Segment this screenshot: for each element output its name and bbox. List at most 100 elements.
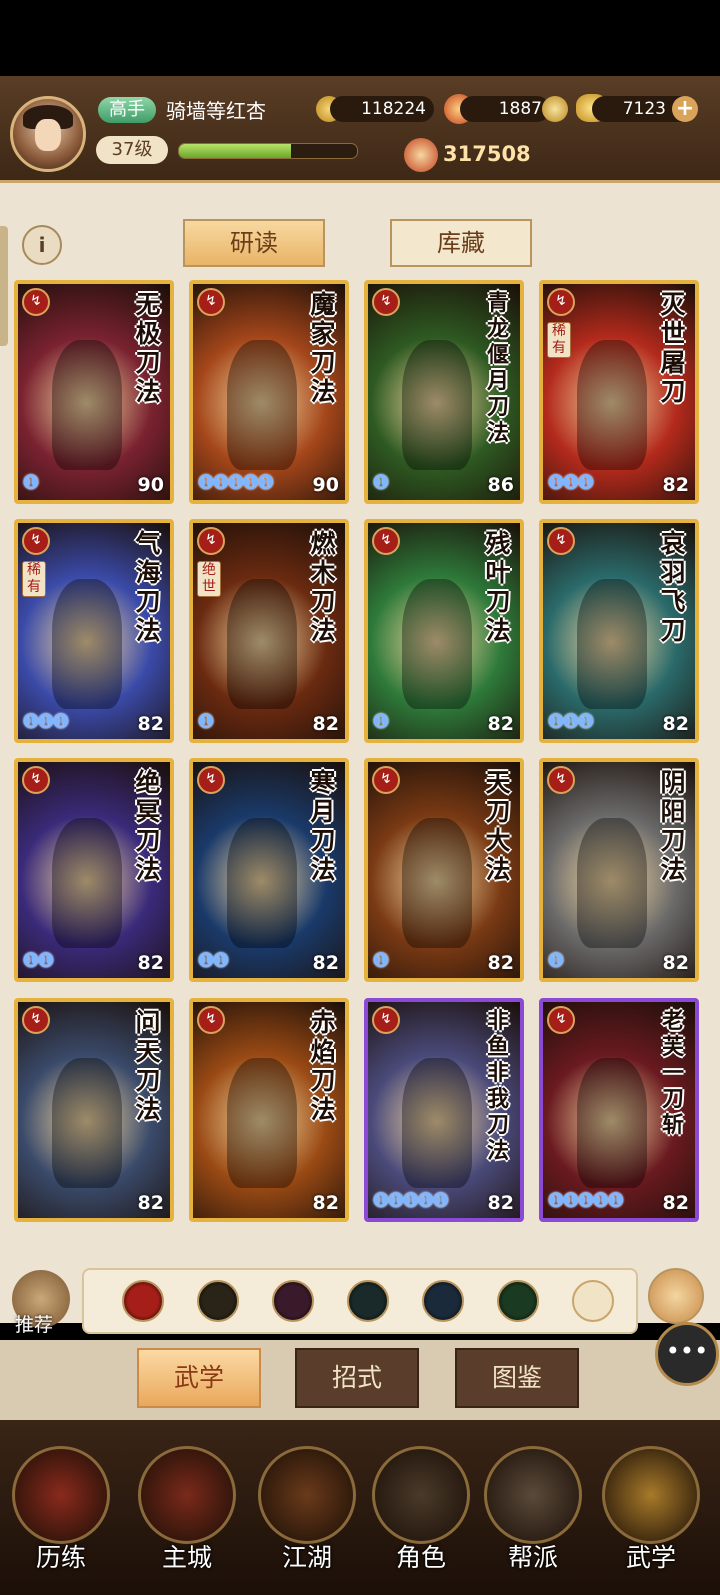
- player-name: 骑墙等红杏: [166, 99, 266, 123]
- sort-icon[interactable]: [572, 1280, 614, 1322]
- star-drops: ❶: [372, 709, 390, 733]
- skill-card[interactable]: ↯ 残叶刀法 ❶ 82: [364, 519, 524, 743]
- character-art: [577, 818, 647, 948]
- blade-type-icon: ↯: [372, 1006, 400, 1034]
- element-filter-icon[interactable]: [422, 1280, 464, 1322]
- skill-card[interactable]: ↯ 天刀大法 ❶ 82: [364, 758, 524, 982]
- skill-title: 残叶刀法: [485, 529, 511, 645]
- skill-card[interactable]: ↯ 赤焰刀法 82: [189, 998, 349, 1222]
- skill-title: 气海刀法: [135, 529, 161, 645]
- character-art: [402, 579, 472, 709]
- star-drops: ❶❶❶: [547, 709, 595, 733]
- character-art: [52, 818, 122, 948]
- skill-card[interactable]: ↯ 阴阳刀法 ❶ 82: [539, 758, 699, 982]
- tab-study[interactable]: 研读: [183, 219, 325, 267]
- nav-button[interactable]: [258, 1446, 356, 1544]
- star-drops: ❶: [372, 948, 390, 972]
- chat-icon[interactable]: •••: [655, 1322, 719, 1386]
- skill-level: 82: [662, 713, 689, 735]
- nav-label: 江湖: [281, 1543, 332, 1572]
- player-header: [0, 76, 720, 183]
- blade-type-icon: ↯: [547, 1006, 575, 1034]
- blade-type-icon: ↯: [197, 766, 225, 794]
- skill-card[interactable]: ↯ 绝冥刀法 ❶❶ 82: [14, 758, 174, 982]
- blade-type-icon: ↯: [22, 288, 50, 316]
- skill-title: 无极刀法: [135, 290, 161, 406]
- skill-title: 燃木刀法: [310, 529, 336, 645]
- character-art: [227, 1058, 297, 1188]
- subtab-moves[interactable]: 招式: [295, 1348, 419, 1408]
- character-art: [227, 818, 297, 948]
- nav-button[interactable]: [12, 1446, 110, 1544]
- star-drops: ❶❶❶: [547, 470, 595, 494]
- star-drops: ❶❶❶❶❶: [372, 1188, 450, 1212]
- nav-button[interactable]: [484, 1446, 582, 1544]
- nav-button[interactable]: [138, 1446, 236, 1544]
- skill-level: 82: [137, 952, 164, 974]
- skill-card[interactable]: ↯ 老芙一刀斩 ❶❶❶❶❶ 82: [539, 998, 699, 1222]
- element-filter-icon[interactable]: [497, 1280, 539, 1322]
- skill-title: 问天刀法: [135, 1008, 161, 1124]
- star-drops: ❶❶: [197, 948, 230, 972]
- nav-label: 武学: [625, 1543, 676, 1572]
- star-drops: ❶❶❶: [22, 709, 70, 733]
- blade-type-icon: ↯: [547, 766, 575, 794]
- skill-level: 90: [312, 474, 339, 496]
- layout-icon[interactable]: [648, 1268, 704, 1324]
- star-drops: ❶: [372, 470, 390, 494]
- blade-type-icon: ↯: [372, 288, 400, 316]
- info-icon[interactable]: i: [22, 225, 62, 265]
- player-level: 37级: [96, 136, 168, 164]
- skill-title: 阴阳刀法: [660, 768, 686, 884]
- skill-card[interactable]: ↯ 无极刀法 ❶ 90: [14, 280, 174, 504]
- exchange-icon[interactable]: [542, 96, 568, 122]
- nav-label: 帮派: [507, 1543, 558, 1572]
- xp-bar: [178, 143, 358, 159]
- element-filter-icon[interactable]: [122, 1280, 164, 1322]
- skill-card[interactable]: ↯ 灭世屠刀 稀有 ❶❶❶ 82: [539, 280, 699, 504]
- skill-card[interactable]: ↯ 非鱼非我刀法 ❶❶❶❶❶ 82: [364, 998, 524, 1222]
- recommend-label: 推荐: [15, 1314, 54, 1336]
- skill-level: 82: [487, 1192, 514, 1214]
- skill-card[interactable]: ↯ 燃木刀法 绝世 ❶ 82: [189, 519, 349, 743]
- tab-collection[interactable]: 库藏: [390, 219, 532, 267]
- skill-level: 86: [487, 474, 514, 496]
- skill-card[interactable]: ↯ 青龙偃月刀法 ❶ 86: [364, 280, 524, 504]
- skill-title: 非鱼非我刀法: [486, 1008, 509, 1164]
- nav-button[interactable]: [602, 1446, 700, 1544]
- skill-card[interactable]: ↯ 哀羽飞刀 ❶❶❶ 82: [539, 519, 699, 743]
- character-art: [402, 1058, 472, 1188]
- character-art: [52, 579, 122, 709]
- skill-card[interactable]: ↯ 魔家刀法 ❶❶❶❶❶ 90: [189, 280, 349, 504]
- subtab-codex[interactable]: 图鉴: [455, 1348, 579, 1408]
- rarity-tag: 绝世: [197, 561, 221, 597]
- rank-badge: 高手: [98, 97, 156, 123]
- element-filter-icon[interactable]: [197, 1280, 239, 1322]
- character-art: [52, 1058, 122, 1188]
- skill-level: 82: [137, 1192, 164, 1214]
- skill-level: 82: [662, 1192, 689, 1214]
- coin-amount: 118224: [330, 96, 434, 122]
- side-handle[interactable]: [0, 226, 8, 346]
- skill-title: 老芙一刀斩: [661, 1008, 684, 1138]
- skill-level: 82: [312, 952, 339, 974]
- skill-card[interactable]: ↯ 寒月刀法 ❶❶ 82: [189, 758, 349, 982]
- skill-card[interactable]: ↯ 气海刀法 稀有 ❶❶❶ 82: [14, 519, 174, 743]
- skill-title: 哀羽飞刀: [660, 529, 686, 645]
- subtab-martial[interactable]: 武学: [137, 1348, 261, 1408]
- power-icon: [404, 138, 438, 172]
- skill-level: 82: [487, 952, 514, 974]
- add-gold-icon[interactable]: +: [672, 96, 698, 122]
- element-filter-icon[interactable]: [272, 1280, 314, 1322]
- skill-title: 青龙偃月刀法: [486, 290, 509, 446]
- nav-button[interactable]: [372, 1446, 470, 1544]
- star-drops: ❶: [22, 470, 40, 494]
- star-drops: ❶: [197, 709, 215, 733]
- player-avatar[interactable]: [10, 96, 86, 172]
- character-art: [577, 340, 647, 470]
- blade-type-icon: ↯: [22, 1006, 50, 1034]
- skill-card[interactable]: ↯ 问天刀法 82: [14, 998, 174, 1222]
- element-filter-icon[interactable]: [347, 1280, 389, 1322]
- character-art: [227, 579, 297, 709]
- skill-level: 82: [312, 1192, 339, 1214]
